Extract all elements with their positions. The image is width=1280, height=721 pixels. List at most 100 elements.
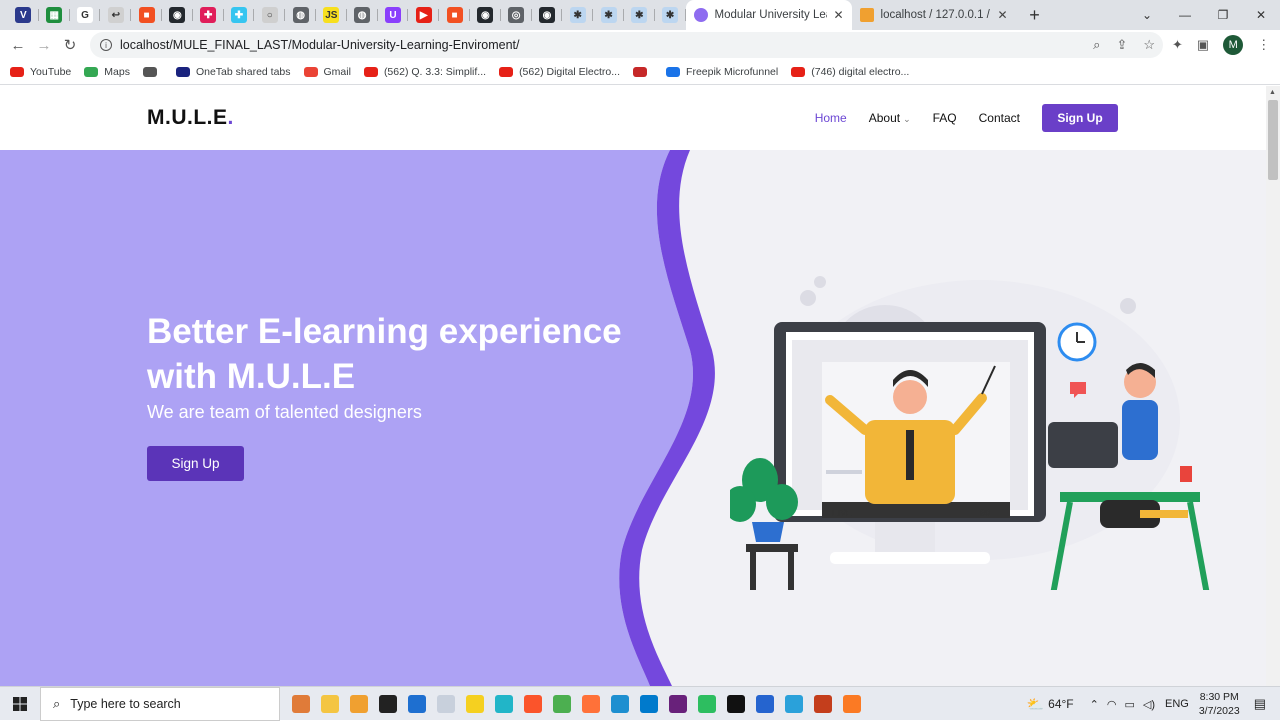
notification-icon[interactable]: ▤: [1254, 696, 1266, 712]
windows-start-icon[interactable]: [0, 696, 40, 711]
language-indicator[interactable]: ENG: [1165, 698, 1189, 710]
bookmark-item[interactable]: Freepik Microfunnel: [666, 66, 778, 78]
scrollbar-thumb[interactable]: [1268, 100, 1278, 180]
sticky-notes-icon[interactable]: [460, 687, 489, 721]
notion-icon[interactable]: [721, 687, 750, 721]
bookmark-item[interactable]: Gmail: [303, 66, 351, 78]
app-icon[interactable]: [402, 687, 431, 721]
bookmark-star-icon[interactable]: ☆: [1143, 37, 1155, 53]
app-icon[interactable]: [344, 687, 373, 721]
page-scrollbar[interactable]: ▲: [1266, 86, 1280, 686]
bookmark-item[interactable]: [142, 67, 163, 77]
nav-about[interactable]: About ⌄: [869, 111, 911, 125]
pinned-tab[interactable]: ✚: [224, 0, 255, 30]
bookmark-item[interactable]: (562) Digital Electro...: [499, 66, 620, 78]
pinned-tab[interactable]: ◉: [162, 0, 193, 30]
pinned-tab[interactable]: JS: [316, 0, 347, 30]
nav-contact[interactable]: Contact: [979, 111, 1020, 125]
side-panel-icon[interactable]: ▣: [1197, 37, 1209, 53]
pinned-tab[interactable]: ◍: [285, 0, 316, 30]
new-tab-button[interactable]: +: [1020, 5, 1050, 26]
pinned-tab[interactable]: ▶: [408, 0, 439, 30]
chrome-icon[interactable]: [547, 687, 576, 721]
pinned-tab[interactable]: ■: [439, 0, 470, 30]
paint-icon[interactable]: [431, 687, 460, 721]
weather-temp[interactable]: 64°F: [1048, 697, 1073, 711]
forward-arrow-icon[interactable]: →: [31, 37, 57, 54]
pinned-tab[interactable]: G: [70, 0, 101, 30]
v-icon: V: [15, 7, 32, 23]
address-bar[interactable]: i localhost/MULE_FINAL_LAST/Modular-Univ…: [90, 32, 1163, 58]
share-icon[interactable]: ⇪: [1116, 37, 1127, 53]
nav-home[interactable]: Home: [815, 111, 847, 125]
pinned-tab[interactable]: ■: [131, 0, 162, 30]
restore-button[interactable]: ❐: [1204, 8, 1242, 22]
minimize-button[interactable]: —: [1166, 8, 1204, 22]
signup-button[interactable]: Sign Up: [1042, 104, 1118, 132]
canva-icon[interactable]: [489, 687, 518, 721]
tab-phpmyadmin[interactable]: localhost / 127.0.0.1 / mu ✕: [852, 0, 1016, 30]
close-tab-icon[interactable]: ✕: [833, 8, 843, 22]
nav-faq[interactable]: FAQ: [933, 111, 957, 125]
pinned-tab[interactable]: ✚: [193, 0, 224, 30]
todo-icon[interactable]: [750, 687, 779, 721]
pinned-tab[interactable]: V: [8, 0, 39, 30]
weather-icon[interactable]: ⛅: [1027, 696, 1044, 713]
notion-icon-glyph: [726, 695, 745, 713]
hero-signup-button[interactable]: Sign Up: [147, 446, 244, 481]
vscode-icon[interactable]: [634, 687, 663, 721]
pinned-tab[interactable]: ◉: [470, 0, 501, 30]
pinned-tab[interactable]: ✱: [562, 0, 593, 30]
pinned-tab[interactable]: ↩: [100, 0, 131, 30]
app-icon-glyph: [407, 695, 426, 713]
bookmark-item[interactable]: Maps: [84, 66, 130, 78]
pinned-tab[interactable]: U: [378, 0, 409, 30]
visual-studio-icon[interactable]: [663, 687, 692, 721]
zoom-icon[interactable]: ⌕: [1093, 37, 1100, 53]
close-window-button[interactable]: ✕: [1242, 8, 1280, 22]
pinned-tab[interactable]: ◉: [532, 0, 563, 30]
close-tab-icon[interactable]: ✕: [997, 8, 1007, 22]
file-explorer-icon[interactable]: [315, 687, 344, 721]
site-info-icon[interactable]: i: [100, 39, 112, 51]
tab-search-icon[interactable]: ⌄: [1128, 8, 1166, 22]
bookmark-item[interactable]: YouTube: [10, 66, 71, 78]
wifi-icon[interactable]: ◠: [1107, 698, 1117, 711]
pinned-tab[interactable]: ▦: [39, 0, 70, 30]
xampp-icon[interactable]: [837, 687, 866, 721]
profile-avatar[interactable]: M: [1223, 35, 1244, 55]
telegram-icon[interactable]: [779, 687, 808, 721]
pinned-tab[interactable]: ○: [254, 0, 285, 30]
evernote-icon[interactable]: [692, 687, 721, 721]
pinned-tab[interactable]: ◎: [501, 0, 532, 30]
menu-kebab-icon[interactable]: ⋮: [1257, 37, 1270, 53]
scroll-up-icon[interactable]: ▲: [1269, 89, 1276, 96]
firefox-icon[interactable]: [576, 687, 605, 721]
brave-icon[interactable]: [518, 687, 547, 721]
pinned-tab[interactable]: ✱: [593, 0, 624, 30]
taskbar-search[interactable]: ⌕ Type here to search: [40, 687, 280, 721]
battery-icon[interactable]: ▭: [1124, 698, 1134, 711]
pinned-tab[interactable]: ✱: [655, 0, 686, 30]
slack-icon: ✚: [200, 7, 217, 23]
site-logo[interactable]: M.U.L.E.: [147, 106, 234, 130]
bookmark-item[interactable]: (746) digital electro...: [791, 66, 909, 78]
extensions-icon[interactable]: ✦: [1172, 37, 1183, 53]
hero-heading: Better E-learning experience with M.U.L.…: [147, 312, 622, 396]
chevron-up-icon[interactable]: ⌃: [1090, 698, 1099, 711]
pinned-tab[interactable]: ✱: [624, 0, 655, 30]
tab-modular-university[interactable]: Modular University Learni ✕: [685, 0, 852, 30]
figma-icon[interactable]: [373, 687, 402, 721]
bookmark-item[interactable]: (562) Q. 3.3: Simplif...: [363, 66, 486, 78]
bookmark-item[interactable]: [633, 67, 653, 77]
clock[interactable]: 8:30 PM 3/7/2023: [1199, 690, 1240, 718]
bookmark-item[interactable]: OneTab shared tabs: [175, 66, 291, 78]
bookmark-label: Freepik Microfunnel: [686, 66, 779, 78]
reload-icon[interactable]: ↻: [57, 36, 83, 54]
snip-icon[interactable]: [605, 687, 634, 721]
powerpoint-icon[interactable]: [808, 687, 837, 721]
back-arrow-icon[interactable]: ←: [5, 37, 31, 54]
pinned-tab[interactable]: ◍: [347, 0, 378, 30]
people-icon[interactable]: [286, 687, 315, 721]
volume-icon[interactable]: ◁): [1143, 698, 1155, 711]
